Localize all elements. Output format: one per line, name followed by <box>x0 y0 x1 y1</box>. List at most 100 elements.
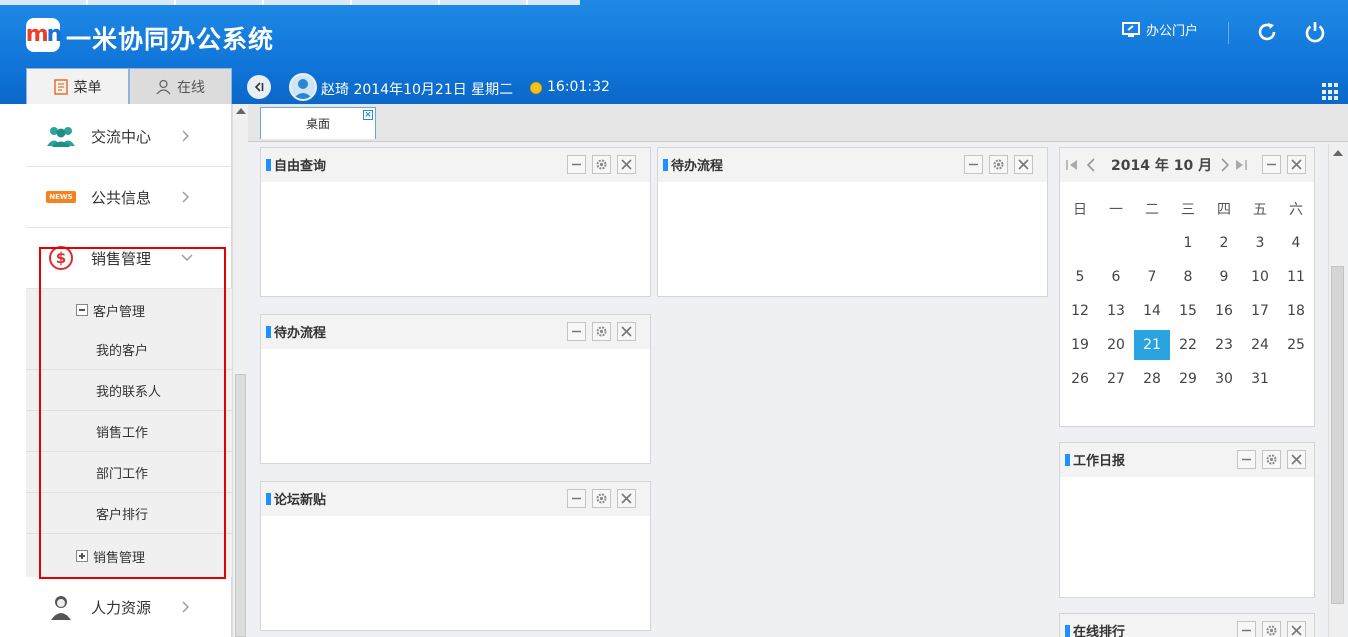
monitor-icon <box>1122 21 1140 37</box>
calendar-day[interactable]: 27 <box>1098 371 1134 387</box>
settings-button[interactable] <box>592 322 611 341</box>
calendar-day[interactable]: 30 <box>1206 371 1242 387</box>
calendar-day[interactable]: 31 <box>1242 371 1278 387</box>
gear-icon <box>596 493 607 504</box>
scroll-up-arrow-icon[interactable] <box>1333 150 1343 156</box>
minimize-button[interactable] <box>1237 450 1256 469</box>
expand-plus-icon[interactable] <box>76 550 88 562</box>
calendar-day[interactable]: 18 <box>1278 303 1314 319</box>
close-icon <box>621 159 632 170</box>
settings-button[interactable] <box>592 155 611 174</box>
main-scrollbar[interactable] <box>1328 144 1346 637</box>
first-page-icon[interactable] <box>1065 159 1079 171</box>
sidebar-item-sales[interactable]: $ 销售管理 <box>26 228 232 289</box>
calendar-day[interactable]: 28 <box>1134 371 1170 387</box>
sidebar-item-hr[interactable]: 人力资源 <box>26 577 232 637</box>
scrollbar-thumb[interactable] <box>235 374 246 637</box>
calendar-day[interactable]: 9 <box>1206 269 1242 285</box>
power-icon[interactable] <box>1303 20 1327 44</box>
apps-grid-icon[interactable] <box>1322 83 1340 101</box>
scrollbar-thumb[interactable] <box>1331 266 1344 604</box>
chevron-right-icon[interactable] <box>1220 158 1230 172</box>
calendar-day[interactable]: 17 <box>1242 303 1278 319</box>
minimize-button[interactable] <box>567 155 586 174</box>
close-button[interactable] <box>617 155 636 174</box>
chevron-left-icon[interactable] <box>1086 158 1096 172</box>
calendar-day[interactable]: 23 <box>1206 337 1242 353</box>
last-page-icon[interactable] <box>1234 159 1248 171</box>
settings-button[interactable] <box>1262 450 1281 469</box>
calendar-day[interactable]: 10 <box>1242 269 1278 285</box>
sidebar-item-label: 销售管理 <box>91 249 152 268</box>
calendar-day[interactable]: 13 <box>1098 303 1134 319</box>
submenu-item-department-work[interactable]: 部门工作 <box>26 452 232 493</box>
minus-icon <box>969 163 978 166</box>
calendar-week-row: 12 13 14 15 16 17 18 <box>1062 294 1314 328</box>
calendar-day[interactable]: 8 <box>1170 269 1206 285</box>
calendar-day[interactable]: 12 <box>1062 303 1098 319</box>
submenu-item-sales-work[interactable]: 销售工作 <box>26 411 232 452</box>
minimize-button[interactable] <box>1262 155 1281 174</box>
close-button[interactable] <box>1287 155 1306 174</box>
tab-desktop[interactable]: 桌面 × <box>260 107 376 139</box>
close-button[interactable] <box>1014 155 1033 174</box>
minimize-button[interactable] <box>567 322 586 341</box>
weekday-label: 一 <box>1109 202 1123 218</box>
minus-icon <box>1267 163 1276 166</box>
sidebar-scrollbar[interactable] <box>232 104 248 637</box>
sidebar-item-communication[interactable]: 交流中心 <box>26 106 232 167</box>
calendar-day[interactable]: 1 <box>1170 235 1206 251</box>
submenu-group-sales-management[interactable]: 销售管理 <box>76 545 145 567</box>
calendar-day[interactable]: 26 <box>1062 371 1098 387</box>
calendar-day[interactable]: 19 <box>1062 337 1098 353</box>
office-portal-link[interactable]: 办公门户 <box>1122 20 1198 39</box>
calendar-day[interactable]: 11 <box>1278 269 1314 285</box>
minus-icon <box>572 163 581 166</box>
calendar-day[interactable]: 22 <box>1170 337 1206 353</box>
calendar-day-selected[interactable]: 21 <box>1134 330 1170 360</box>
calendar-day[interactable]: 3 <box>1242 235 1278 251</box>
current-time: 16:01:32 <box>547 79 610 95</box>
scroll-up-arrow-icon[interactable] <box>236 108 246 114</box>
close-button[interactable] <box>1287 621 1306 637</box>
gear-icon <box>596 159 607 170</box>
submenu-group-label: 销售管理 <box>93 550 146 566</box>
submenu-item-my-customers[interactable]: 我的客户 <box>26 329 232 370</box>
minimize-button[interactable] <box>964 155 983 174</box>
settings-button[interactable] <box>1262 621 1281 637</box>
submenu-item-customer-ranking[interactable]: 客户排行 <box>26 493 232 534</box>
refresh-icon[interactable] <box>1255 20 1279 44</box>
tab-menu[interactable]: 菜单 <box>26 68 129 104</box>
menu-doc-icon <box>53 78 68 95</box>
close-icon <box>621 326 632 337</box>
calendar-day[interactable]: 25 <box>1278 337 1314 353</box>
calendar-day[interactable]: 6 <box>1098 269 1134 285</box>
close-icon[interactable]: × <box>363 110 373 120</box>
submenu-group-customer-management[interactable]: 客户管理 <box>76 299 145 321</box>
calendar-day[interactable]: 4 <box>1278 235 1314 251</box>
calendar-day[interactable]: 5 <box>1062 269 1098 285</box>
close-button[interactable] <box>617 322 636 341</box>
calendar-day[interactable]: 15 <box>1170 303 1206 319</box>
close-button[interactable] <box>1287 450 1306 469</box>
minimize-button[interactable] <box>567 489 586 508</box>
settings-button[interactable] <box>989 155 1008 174</box>
sidebar-collapse-button[interactable] <box>247 75 271 99</box>
calendar-day[interactable]: 16 <box>1206 303 1242 319</box>
sidebar-item-label: 交流中心 <box>91 127 152 146</box>
calendar-day[interactable]: 7 <box>1134 269 1170 285</box>
calendar-day[interactable]: 14 <box>1134 303 1170 319</box>
settings-button[interactable] <box>592 489 611 508</box>
close-button[interactable] <box>617 489 636 508</box>
tab-online[interactable]: 在线 <box>129 68 232 104</box>
submenu-item-my-contacts[interactable]: 我的联系人 <box>26 370 232 411</box>
sidebar-item-public-info[interactable]: NEWS 公共信息 <box>26 167 232 228</box>
calendar-day[interactable]: 24 <box>1242 337 1278 353</box>
main-area: 桌面 × 自由查询 待办流程 待办流程 论坛新贴 2014 年 10 月 日 一… <box>248 104 1348 637</box>
panel-pending-flow: 待办流程 <box>657 147 1048 297</box>
minimize-button[interactable] <box>1237 621 1256 637</box>
calendar-day[interactable]: 20 <box>1098 337 1134 353</box>
calendar-day[interactable]: 29 <box>1170 371 1206 387</box>
calendar-day[interactable]: 2 <box>1206 235 1242 251</box>
collapse-minus-icon[interactable] <box>76 304 88 316</box>
